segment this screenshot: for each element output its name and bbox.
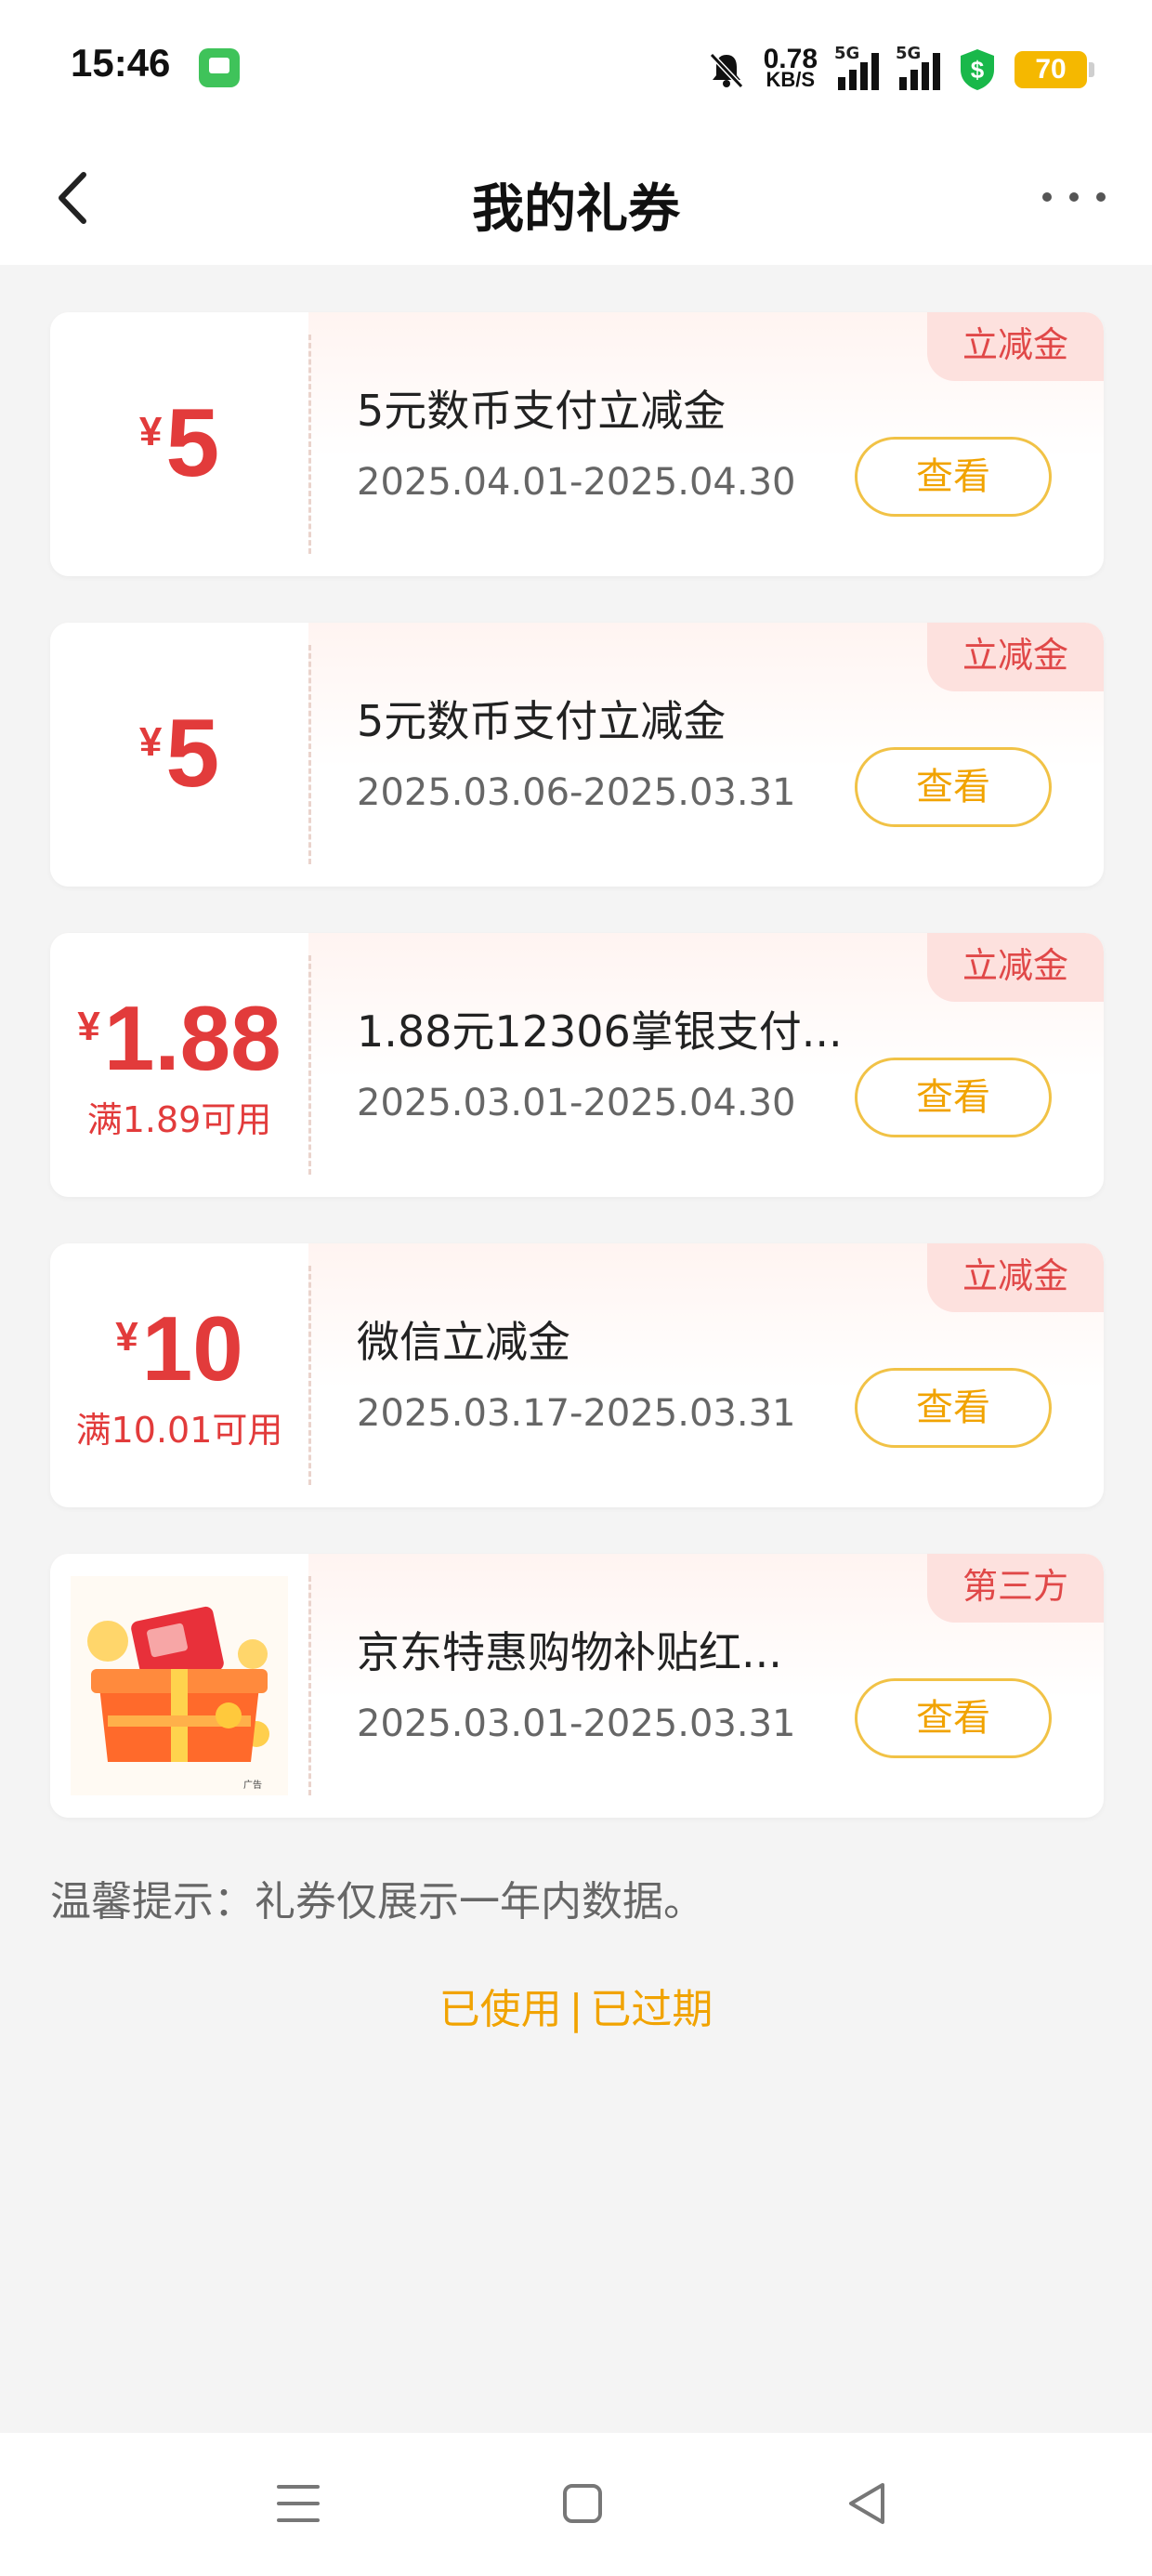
amount-value: 1.88 [103,987,281,1089]
coupon-value-area: ¥1.88 满1.89可用 [50,933,308,1197]
dashed-divider [308,1266,311,1485]
net-speed-unit: KB/S [766,68,816,91]
view-button[interactable]: 查看 [855,1678,1052,1758]
coupon-value-area: ¥5 [50,623,308,887]
view-button[interactable]: 查看 [855,1368,1052,1448]
mute-bell-icon [709,52,743,89]
ad-label: 广告 [243,1779,262,1791]
expired-coupons-link[interactable]: 已过期 [590,1986,713,2033]
sim2-label: 5G [896,44,922,63]
page-title: 我的礼券 [472,179,680,240]
coupon-condition: 满1.89可用 [86,1099,272,1140]
coupon-name: 微信立减金 [357,1317,570,1367]
sim1-label: 5G [834,44,860,63]
message-app-icon [199,48,240,87]
coupon-name: 5元数币支付立减金 [357,696,727,746]
battery-icon: 70 [1015,51,1094,88]
coupon-type-tag: 第三方 [927,1554,1104,1623]
amount-value: 5 [165,389,220,497]
system-nav-bar [0,2433,1152,2576]
coupon-type-tag: 立减金 [927,623,1104,691]
amount-value: 5 [165,700,220,808]
coupon-date-range: 2025.03.01-2025.03.31 [357,1702,796,1745]
hint-text: 温馨提示：礼券仅展示一年内数据。 [50,1878,704,1925]
coupon-card[interactable]: 广告 京东特惠购物补贴红... 2025.03.01-2025.03.31 查看… [50,1554,1104,1818]
coupon-list: ¥5 5元数币支付立减金 2025.04.01-2025.04.30 查看 立减… [50,312,1104,1864]
coupon-type-tag: 立减金 [927,933,1104,1002]
net-speed: 0.78 KB/S [763,44,818,91]
status-time: 15:46 [71,41,171,85]
currency-symbol: ¥ [77,1004,100,1049]
dashed-divider [308,955,311,1175]
dashed-divider [308,335,311,554]
coupon-date-range: 2025.03.01-2025.04.30 [357,1082,796,1124]
link-separator: | [569,1986,583,2033]
currency-symbol: ¥ [138,719,163,765]
currency-symbol: ¥ [138,409,163,454]
status-bar: 15:46 0.78 KB/S 5G 5G $ 70 [0,0,1152,139]
coupon-image-area: 广告 [50,1554,308,1818]
view-button[interactable]: 查看 [855,1058,1052,1137]
amount-value: 10 [141,1297,243,1400]
coupon-type-tag: 立减金 [927,312,1104,381]
used-coupons-link[interactable]: 已使用 [439,1986,562,2033]
view-button[interactable]: 查看 [855,747,1052,827]
coupon-date-range: 2025.03.17-2025.03.31 [357,1392,796,1435]
dashed-divider [308,645,311,864]
coupon-condition: 满10.01可用 [75,1410,283,1451]
coupon-card[interactable]: ¥1.88 满1.89可用 1.88元12306掌银支付... 2025.03.… [50,933,1104,1197]
coupon-name: 1.88元12306掌银支付... [357,1006,843,1057]
shield-dollar-icon: $ [961,49,994,90]
coupon-name: 京东特惠购物补贴红... [357,1627,782,1677]
gift-box-image: 广告 [71,1576,288,1795]
coupon-date-range: 2025.03.06-2025.03.31 [357,771,796,814]
history-links: 已使用 | 已过期 [0,1976,1152,2035]
signal-icon: 5G [834,44,879,90]
coupon-card[interactable]: ¥10 满10.01可用 微信立减金 2025.03.17-2025.03.31… [50,1243,1104,1507]
status-icons: 0.78 KB/S 5G 5G $ 70 [706,37,1094,102]
home-square-icon[interactable] [559,2477,606,2530]
coupon-name: 5元数币支付立减金 [357,386,727,436]
coupon-amount: ¥10 [50,1297,308,1400]
nav-bar: 我的礼券 [0,139,1152,265]
more-dots-icon[interactable] [1042,178,1106,216]
signal-icon: 5G [896,44,940,90]
back-triangle-icon[interactable] [844,2477,890,2530]
coupon-amount: ¥1.88 [50,987,308,1089]
coupon-amount: ¥5 [50,392,308,494]
net-speed-value: 0.78 [763,44,818,74]
coupon-card[interactable]: ¥5 5元数币支付立减金 2025.03.06-2025.03.31 查看 立减… [50,623,1104,887]
coupon-type-tag: 立减金 [927,1243,1104,1312]
coupon-card[interactable]: ¥5 5元数币支付立减金 2025.04.01-2025.04.30 查看 立减… [50,312,1104,576]
coupon-value-area: ¥10 满10.01可用 [50,1243,308,1507]
svg-text:$: $ [971,56,985,84]
dashed-divider [308,1576,311,1795]
view-button[interactable]: 查看 [855,437,1052,517]
coupon-amount: ¥5 [50,703,308,805]
menu-icon[interactable] [275,2477,321,2530]
currency-symbol: ¥ [115,1314,138,1360]
coupon-date-range: 2025.04.01-2025.04.30 [357,461,796,504]
coupon-value-area: ¥5 [50,312,308,576]
